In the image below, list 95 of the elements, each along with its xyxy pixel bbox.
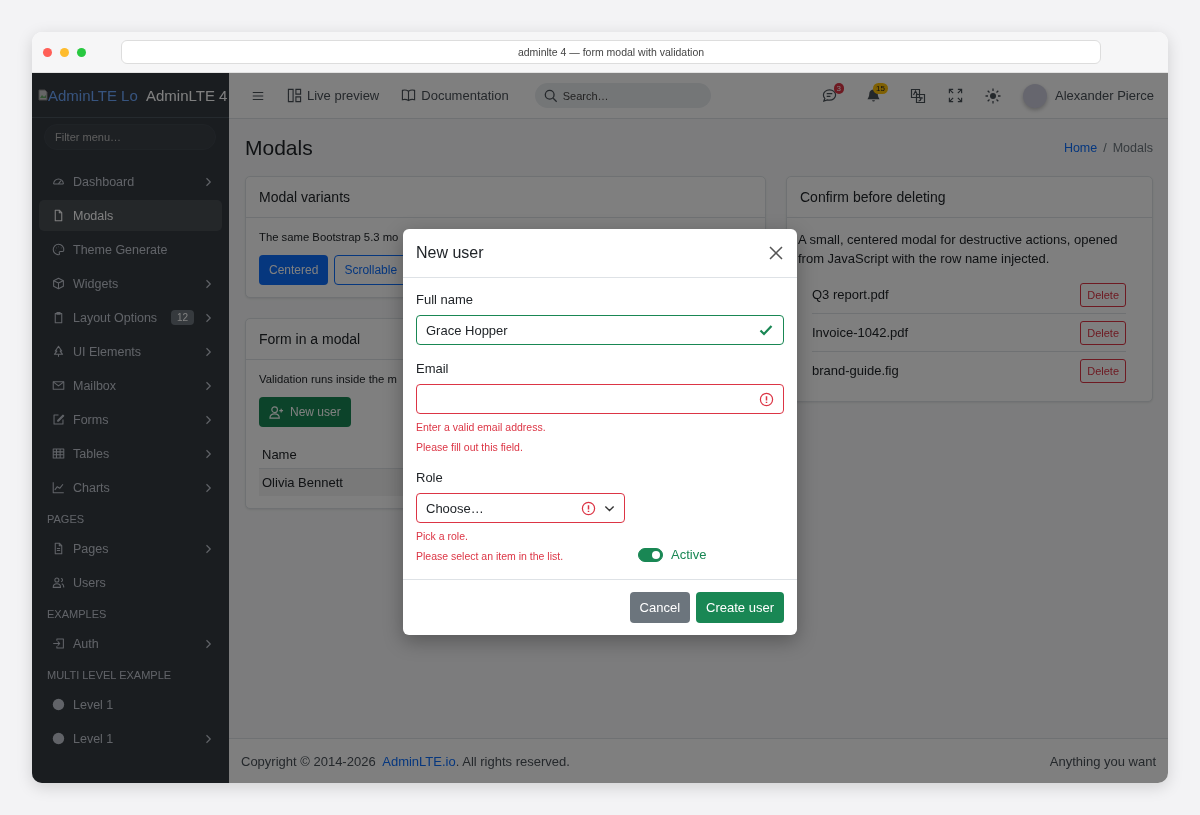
card-text: The same Bootstrap 5.3 mo (259, 231, 400, 243)
error-message: Please select an item in the list. (416, 550, 565, 563)
file-name: Invoice-1042.pdf (812, 325, 909, 340)
table-icon (52, 447, 65, 460)
sidebar-item[interactable]: Tables (39, 438, 222, 469)
message-count-badge: 3 (833, 83, 844, 94)
breadcrumb-link[interactable]: Home (1063, 140, 1098, 155)
menu-section-header: PAGES (46, 512, 86, 527)
cube-icon (52, 277, 65, 290)
error-message: Please fill out this field. (416, 441, 524, 454)
sidebar-item[interactable]: Level 1 (39, 689, 222, 720)
pencil-square-icon (52, 413, 65, 426)
filter-field[interactable]: Filter menu… (44, 124, 216, 150)
broken-image-icon (38, 89, 48, 101)
delete-button[interactable]: Delete (1080, 320, 1126, 345)
translate-icon[interactable] (910, 87, 926, 104)
file-name: brand-guide.fig (812, 363, 899, 378)
envelope-icon (52, 379, 65, 392)
search-field[interactable]: Search… (534, 83, 711, 108)
breadcrumb-separator: / (1103, 140, 1107, 155)
footer-link[interactable]: AdminLTE.io (382, 753, 456, 769)
book-icon (401, 88, 417, 103)
nav-link[interactable]: Live preview (287, 88, 380, 103)
breadcrumb-current: Modals (1112, 140, 1153, 155)
new-user-button[interactable]: New user (259, 397, 351, 427)
sidebar-item[interactable]: Auth (39, 628, 222, 659)
count-badge: 12 (170, 310, 194, 325)
active-switch[interactable] (638, 547, 663, 562)
sidebar-item[interactable]: Charts (39, 472, 222, 503)
modal-title: New user (416, 244, 484, 262)
sidebar-item[interactable]: Layout Options 12 (39, 302, 222, 333)
close-icon[interactable] (768, 245, 784, 261)
people-icon (52, 576, 65, 589)
delete-button[interactable]: Delete (1080, 358, 1126, 383)
search-icon (543, 89, 558, 103)
field-label: Full name (416, 292, 475, 307)
submit-button[interactable]: Create user (696, 592, 784, 623)
user-name[interactable]: Alexander Pierce (1055, 88, 1154, 103)
input-field[interactable] (416, 384, 784, 414)
sidebar-item[interactable]: Pages (39, 533, 222, 564)
sidebar-item[interactable]: Dashboard (39, 166, 222, 197)
footer-note: Anything you want (1049, 753, 1156, 769)
sidebar-item[interactable]: Mailbox (39, 370, 222, 401)
line-chart-icon (52, 481, 65, 494)
field-label: Role (416, 470, 444, 485)
palette-icon (52, 243, 65, 256)
circle-icon (52, 732, 65, 745)
sign-in-icon (52, 637, 65, 650)
sidebar-item[interactable]: UI Elements (39, 336, 222, 367)
layout-icon (287, 88, 302, 103)
card-title: Confirm before deleting (787, 177, 1152, 218)
close-window-icon[interactable] (43, 47, 52, 57)
file-icon (52, 209, 65, 222)
sidebar-item[interactable]: Widgets (39, 268, 222, 299)
switch-label: Active (671, 547, 707, 562)
card-text: A small, centered modal for destructive actions, opened from JavaScript with the row name injected. (798, 231, 1119, 268)
input-field[interactable]: Grace Hopper (416, 315, 784, 345)
sidebar-item[interactable]: Level 1 (39, 723, 222, 754)
sidebar-item[interactable]: Users (39, 567, 222, 598)
sidebar-item[interactable]: Forms (39, 404, 222, 435)
delete-button[interactable]: Delete (1080, 282, 1126, 307)
sun-icon[interactable] (985, 87, 1001, 104)
document-icon (52, 542, 65, 555)
copyright-text: Copyright © 2014-2026 AdminLTE.io. All rights reserved. (241, 753, 570, 769)
error-message: Pick a role. (416, 530, 469, 543)
fullscreen-icon[interactable] (948, 88, 963, 103)
brand-name[interactable]: AdminLTE 4 (146, 86, 228, 104)
field-label: Email (416, 361, 450, 376)
check-icon (758, 322, 774, 338)
error-message: Enter a valid email address. (416, 421, 547, 434)
notification-count-badge: 15 (873, 83, 888, 94)
notifications-button[interactable]: 15 (866, 83, 888, 103)
broken-logo-image[interactable]: AdminLTE Lo (38, 86, 140, 104)
clipboard-icon (52, 311, 65, 324)
file-name: Q3 report.pdf (812, 287, 889, 302)
sidebar-item[interactable]: Theme Generate (39, 234, 222, 265)
role-select[interactable]: Choose… (416, 493, 625, 523)
menu-section-header: MULTI LEVEL EXAMPLE (46, 668, 173, 683)
variant-button[interactable]: Centered (259, 255, 329, 285)
cancel-button[interactable]: Cancel (629, 592, 691, 623)
page-title: Modals (245, 135, 313, 160)
tree-icon (52, 345, 65, 358)
chat-button[interactable]: 3 (822, 83, 844, 103)
maximize-window-icon[interactable] (77, 47, 86, 57)
menu-section-header: EXAMPLES (46, 607, 108, 622)
nav-link[interactable]: Documentation (401, 88, 509, 103)
card-title: Modal variants (246, 177, 765, 218)
card-text: Validation runs inside the m (259, 373, 398, 385)
alert-circle-icon (581, 500, 596, 516)
person-plus-icon (269, 404, 284, 420)
chat-icon (822, 88, 837, 103)
gauge-icon (52, 175, 65, 188)
alert-circle-icon (759, 391, 774, 407)
address-bar[interactable]: adminlte 4 — form modal with validation (121, 40, 1101, 64)
circle-icon (52, 698, 65, 711)
